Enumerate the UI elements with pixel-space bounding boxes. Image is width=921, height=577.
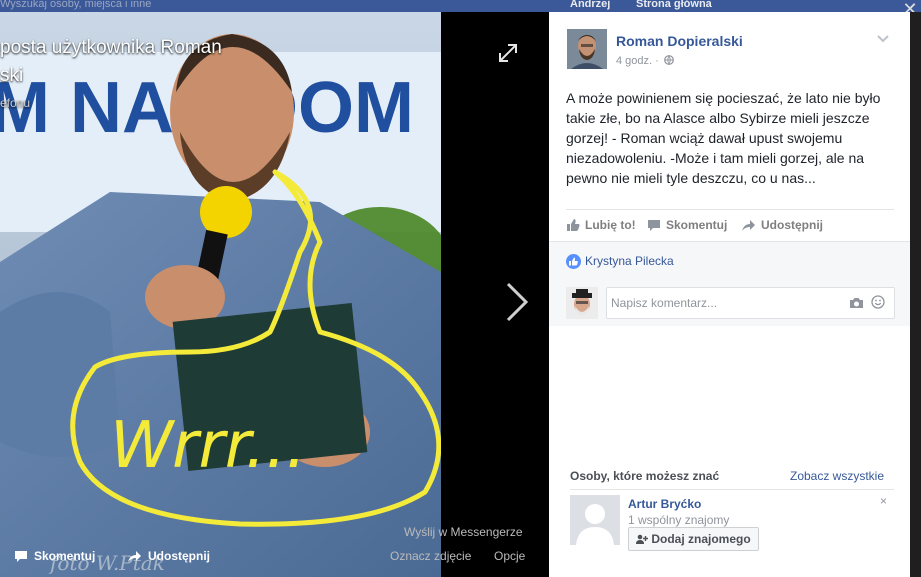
viewer-title-line2: ski bbox=[0, 65, 24, 86]
viewer-comment-label: Skomentuj bbox=[34, 549, 96, 563]
messenger-link[interactable]: Wyślij w Messengerze bbox=[404, 525, 523, 539]
comment-input[interactable]: Napisz komentarz... bbox=[606, 287, 895, 319]
commenter-avatar[interactable] bbox=[566, 287, 598, 319]
post-text: A może powinienem się pocieszać, że lato… bbox=[566, 90, 881, 186]
see-all-link[interactable]: Zobacz wszystkie bbox=[790, 469, 884, 483]
handwriting-text: Wrrr... bbox=[110, 409, 306, 483]
mutual-friends[interactable]: 1 wspólny znajomy bbox=[628, 513, 729, 527]
post-panel: Roman Dopieralski 4 godz. · A może powin… bbox=[549, 12, 910, 577]
post-time[interactable]: 4 godz. · bbox=[616, 55, 659, 67]
comments-area: Krystyna Pilecka Napisz komentarz... bbox=[549, 241, 910, 326]
post-meta: 4 godz. · bbox=[616, 55, 674, 67]
page-edge bbox=[910, 12, 921, 577]
comment-icon bbox=[648, 220, 660, 231]
viewer-comment-button[interactable]: Skomentuj bbox=[14, 549, 95, 563]
globe-icon bbox=[663, 55, 674, 65]
viewer-title-line1: posta użytkownika Roman bbox=[0, 37, 222, 58]
expand-icon[interactable] bbox=[497, 42, 519, 64]
author-avatar[interactable] bbox=[567, 29, 607, 69]
comment-icon bbox=[15, 551, 27, 562]
share-icon bbox=[742, 220, 755, 231]
viewer-subtitle: efonu bbox=[0, 96, 31, 110]
share-icon bbox=[128, 551, 141, 562]
add-friend-label: Dodaj znajomego bbox=[651, 532, 751, 546]
search-field[interactable]: Wyszukaj osoby, miejsca i inne bbox=[0, 0, 151, 10]
like-label: Lubię to! bbox=[585, 218, 636, 232]
comment-placeholder: Napisz komentarz... bbox=[611, 296, 718, 310]
smiley-icon[interactable] bbox=[871, 295, 885, 314]
viewer-share-label: Udostępnij bbox=[148, 549, 210, 563]
share-label: Udostępnij bbox=[761, 218, 823, 232]
add-friend-icon bbox=[636, 534, 649, 544]
add-friend-button[interactable]: Dodaj znajomego bbox=[628, 527, 759, 551]
author-name[interactable]: Roman Dopieralski bbox=[616, 33, 743, 49]
comment-label: Skomentuj bbox=[666, 218, 728, 232]
home-link[interactable]: Strona główna bbox=[636, 0, 712, 10]
divider bbox=[566, 209, 894, 210]
suggested-name[interactable]: Artur Bryćko bbox=[628, 497, 701, 511]
viewer-actions: Skomentuj Udostępnij Wyślij w Messengerz… bbox=[0, 525, 549, 577]
profile-link[interactable]: Andrzej bbox=[570, 0, 610, 10]
viewer-title: posta użytkownika Roman ski bbox=[0, 34, 300, 90]
suggested-avatar[interactable] bbox=[570, 495, 620, 545]
dismiss-suggestion-button[interactable]: × bbox=[880, 494, 887, 508]
divider bbox=[549, 241, 910, 242]
camera-icon[interactable] bbox=[849, 296, 864, 314]
liked-by-name[interactable]: Krystyna Pilecka bbox=[585, 254, 674, 268]
photo: M NAS OOM Wrrr... foto W.Ptak bbox=[0, 12, 441, 577]
pymk-heading: Osoby, które możesz znać bbox=[570, 469, 720, 483]
viewer-share-button[interactable]: Udostępnij bbox=[127, 549, 210, 563]
options-link[interactable]: Opcje bbox=[494, 549, 525, 563]
like-button[interactable]: Lubię to! bbox=[566, 218, 636, 232]
thumbs-up-icon bbox=[567, 219, 580, 231]
chevron-right-icon[interactable] bbox=[502, 280, 532, 324]
chevron-down-icon[interactable] bbox=[876, 31, 890, 43]
tag-photo-link[interactable]: Oznacz zdjęcie bbox=[390, 549, 471, 563]
share-button[interactable]: Udostępnij bbox=[741, 218, 823, 232]
like-reaction-icon bbox=[566, 254, 581, 269]
comment-button[interactable]: Skomentuj bbox=[647, 218, 727, 232]
divider bbox=[570, 489, 894, 490]
top-bar: Wyszukaj osoby, miejsca i inne Andrzej S… bbox=[0, 0, 921, 12]
likes-summary[interactable]: Krystyna Pilecka bbox=[566, 254, 674, 269]
